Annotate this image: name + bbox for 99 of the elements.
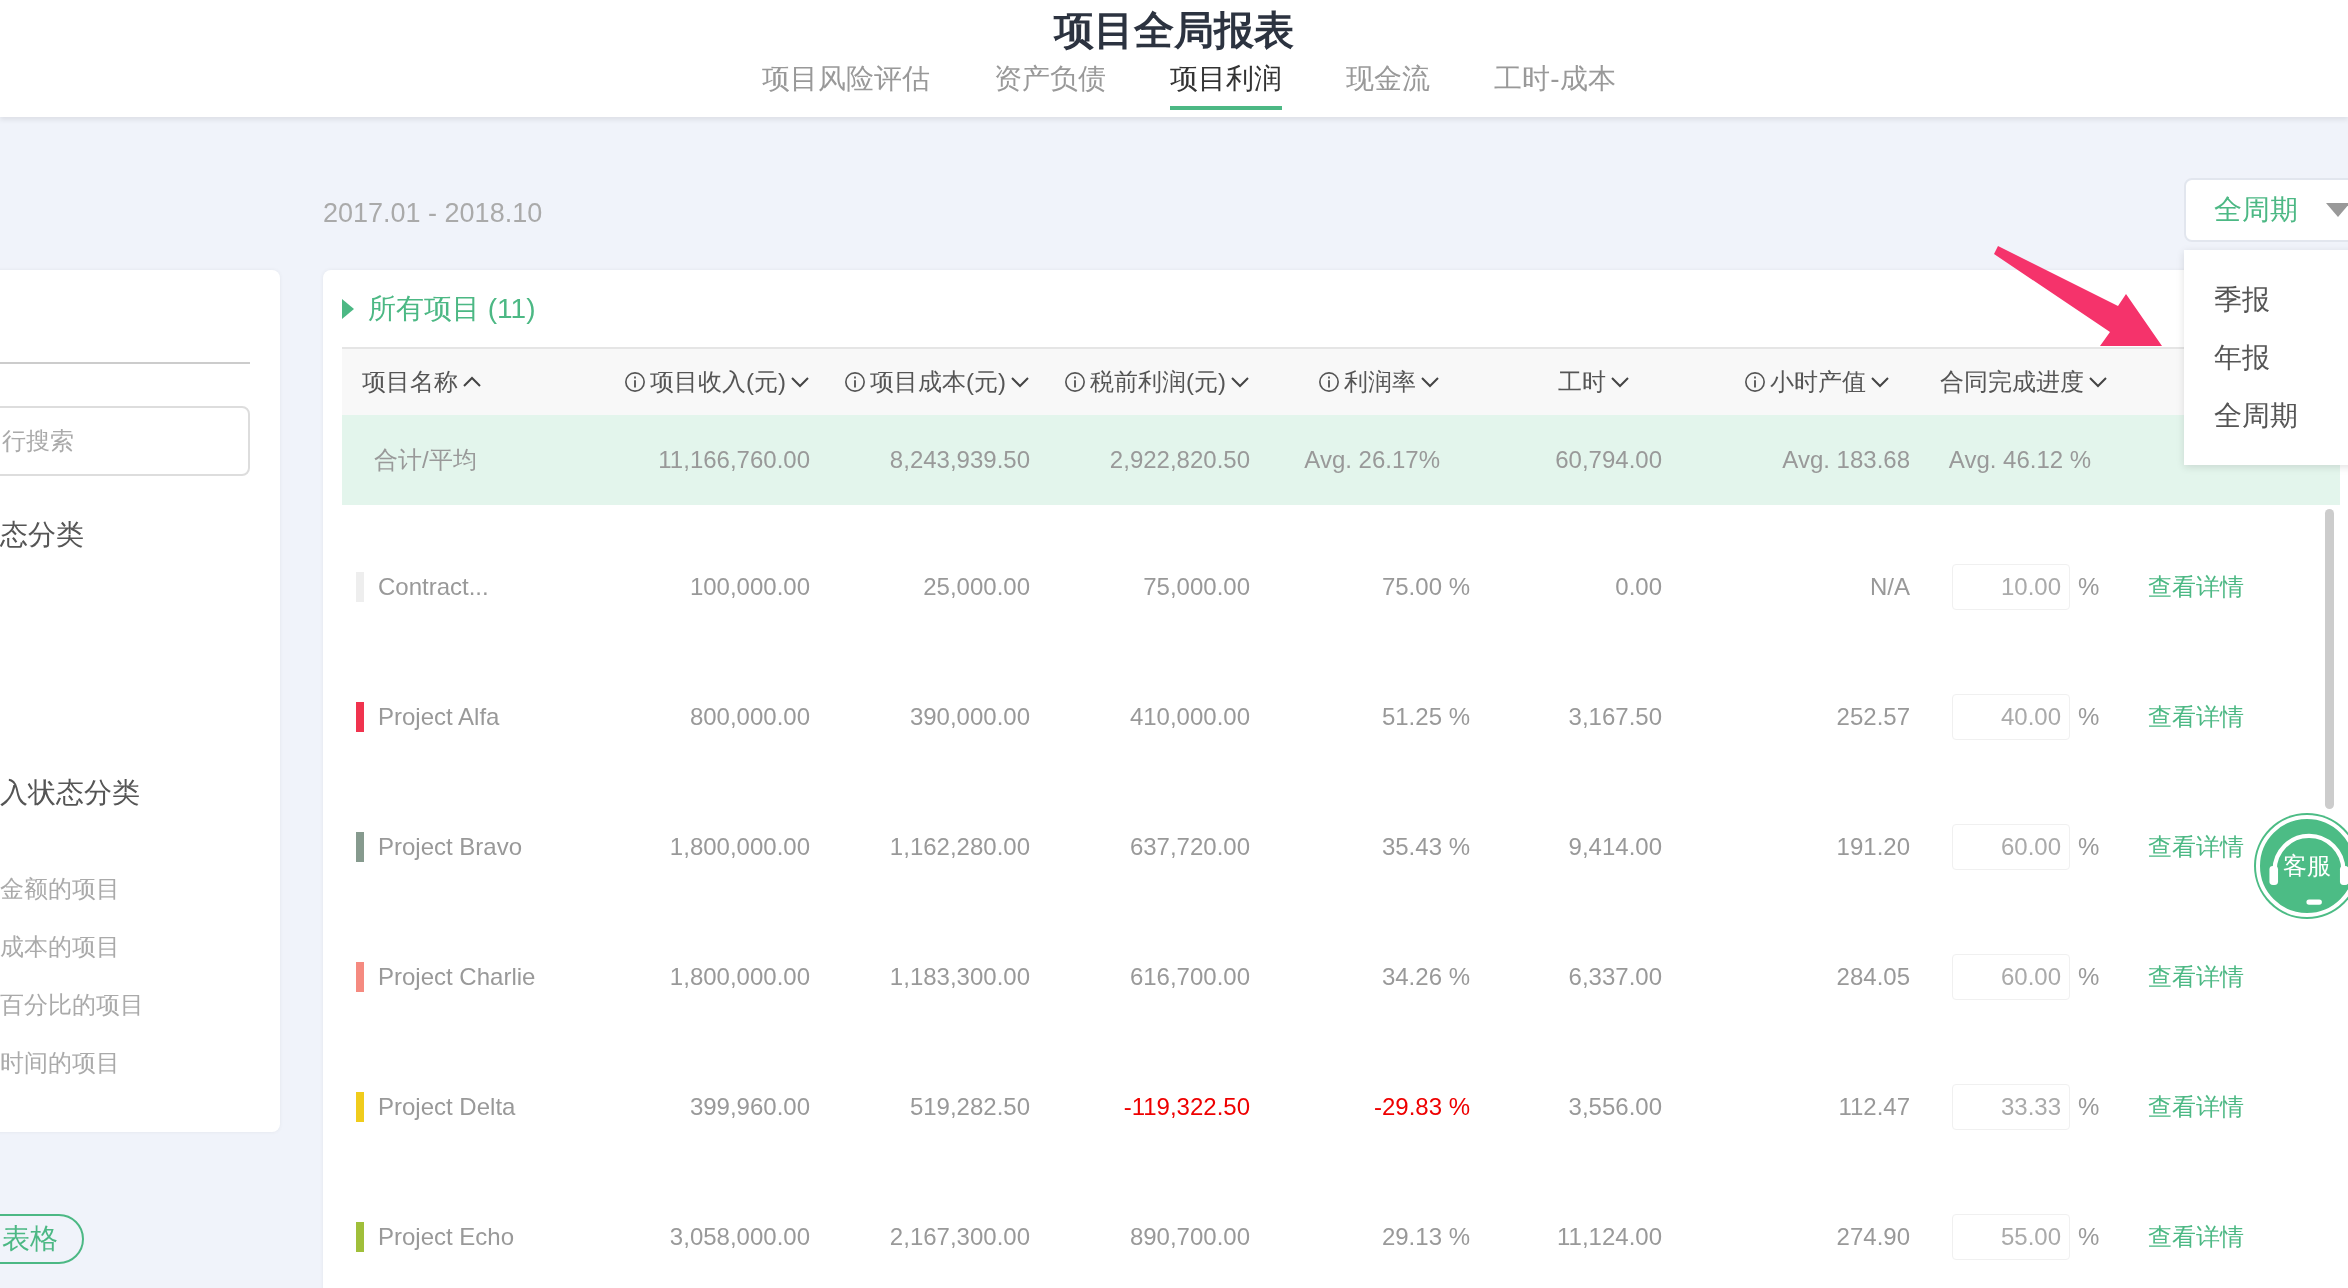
summary-cell: 8,243,939.50 xyxy=(889,446,1030,474)
table-cell: 252.57 xyxy=(1836,703,1910,731)
table-cell: 1,800,000.00 xyxy=(669,833,810,861)
table-cell: -119,322.50 xyxy=(1123,1093,1250,1121)
caret-icon xyxy=(2326,203,2348,217)
table-cell: 75.00 % xyxy=(1381,573,1470,601)
filter-item[interactable]: 金额的项目 xyxy=(0,872,120,906)
percent-unit: % xyxy=(2078,1223,2100,1251)
scrollbar[interactable] xyxy=(2325,509,2334,809)
detail-link[interactable]: 查看详情 xyxy=(2148,833,2244,860)
table-cell: 0.00 xyxy=(1615,573,1662,601)
table-cell: 75,000.00 xyxy=(1143,573,1250,601)
progress-input[interactable]: 60.00 xyxy=(1952,954,2070,1000)
expand-triangle-icon[interactable] xyxy=(342,297,354,320)
section-title: 所有项目 (11) xyxy=(368,291,536,326)
progress-input[interactable]: 55.00 xyxy=(1952,1214,2070,1260)
table-cell: 3,058,000.00 xyxy=(669,1223,810,1251)
percent-unit: % xyxy=(2078,963,2100,991)
percent-unit: % xyxy=(2078,573,2100,601)
table-cell: 3,167.50 xyxy=(1568,703,1662,731)
table-cell: 191.20 xyxy=(1836,833,1910,861)
detail-link[interactable]: 查看详情 xyxy=(2148,703,2244,730)
project-name: Project Bravo xyxy=(378,833,523,861)
table-cell: 3,556.00 xyxy=(1568,1093,1662,1121)
table-cell: 51.25 % xyxy=(1381,703,1470,731)
report-tab[interactable]: 资产负债 xyxy=(994,56,1107,110)
table-cell: 11,124.00 xyxy=(1557,1223,1662,1251)
column-header[interactable]: 工时 xyxy=(1558,366,1630,398)
table-cell: 284.05 xyxy=(1836,963,1910,991)
column-header[interactable]: 小时产值 xyxy=(1744,366,1890,398)
column-header[interactable]: 利润率 xyxy=(1318,366,1440,398)
column-header[interactable]: 项目成本(元) xyxy=(844,366,1030,398)
table-cell: 637,720.00 xyxy=(1129,833,1250,861)
summary-cell: 11,166,760.00 xyxy=(658,446,810,474)
report-tab[interactable]: 工时-成本 xyxy=(1494,56,1616,110)
progress-input[interactable]: 60.00 xyxy=(1952,824,2070,870)
table-cell: 399,960.00 xyxy=(689,1093,810,1121)
table-cell: 410,000.00 xyxy=(1129,703,1250,731)
table-cell: 112.47 xyxy=(1838,1093,1910,1121)
table-cell: -29.83 % xyxy=(1373,1093,1470,1121)
report-tab[interactable]: 项目利润 xyxy=(1170,56,1283,110)
detail-link[interactable]: 查看详情 xyxy=(2148,963,2244,990)
project-name: Project Charlie xyxy=(378,963,536,991)
table-cell: 34.26 % xyxy=(1381,963,1470,991)
summary-cell: Avg. 46.12 % xyxy=(1948,446,2092,474)
percent-unit: % xyxy=(2078,1093,2100,1121)
summary-cell: 60,794.00 xyxy=(1555,446,1662,474)
page-title: 项目全局报表 xyxy=(1054,7,1294,54)
table-button[interactable]: 表格 xyxy=(0,1214,84,1264)
table-cell: 890,700.00 xyxy=(1129,1223,1250,1251)
table-cell: 1,162,280.00 xyxy=(889,833,1030,861)
project-name: Project Echo xyxy=(378,1223,515,1251)
project-name: Project Delta xyxy=(378,1093,516,1121)
table-cell: 35.43 % xyxy=(1381,833,1470,861)
filter-item[interactable]: 百分比的项目 xyxy=(0,988,144,1022)
table-cell: 800,000.00 xyxy=(689,703,810,731)
table-cell: 6,337.00 xyxy=(1568,963,1662,991)
menu-option[interactable]: 季报 xyxy=(2214,278,2270,322)
summary-cell: Avg. 183.68 xyxy=(1782,446,1910,474)
table-cell: N/A xyxy=(1870,573,1910,601)
table-cell: 2,167,300.00 xyxy=(889,1223,1030,1251)
percent-unit: % xyxy=(2078,703,2100,731)
percent-unit: % xyxy=(2078,833,2100,861)
project-name: Contract... xyxy=(378,573,489,601)
period-select[interactable]: 全周期 xyxy=(2184,178,2348,242)
table-cell: 100,000.00 xyxy=(689,573,810,601)
filter-item[interactable]: 时间的项目 xyxy=(0,1046,120,1080)
column-header[interactable]: 项目收入(元) xyxy=(624,366,810,398)
table-cell: 519,282.50 xyxy=(909,1093,1030,1121)
filter-item[interactable]: 成本的项目 xyxy=(0,930,120,964)
summary-cell: 2,922,820.50 xyxy=(1109,446,1250,474)
table-cell: 9,414.00 xyxy=(1568,833,1662,861)
category-heading: 入状态分类 xyxy=(0,776,140,810)
table-cell: 29.13 % xyxy=(1381,1223,1470,1251)
detail-link[interactable]: 查看详情 xyxy=(2148,1093,2244,1120)
progress-input[interactable]: 33.33 xyxy=(1952,1084,2070,1130)
progress-input[interactable]: 40.00 xyxy=(1952,694,2070,740)
summary-cell-text: 合计/平均 xyxy=(373,445,477,475)
detail-link[interactable]: 查看详情 xyxy=(2148,1223,2244,1250)
project-name: Project Alfa xyxy=(378,703,500,731)
search-field[interactable]: 行搜索 xyxy=(0,406,250,476)
report-tab[interactable]: 项目风险评估 xyxy=(762,56,931,110)
column-header[interactable]: 合同完成进度 xyxy=(1940,366,2108,398)
category-heading: 态分类 xyxy=(0,518,84,552)
report-tab[interactable]: 现金流 xyxy=(1346,56,1431,110)
table-cell: 25,000.00 xyxy=(923,573,1030,601)
table-cell: 616,700.00 xyxy=(1129,963,1250,991)
table-cell: 1,183,300.00 xyxy=(889,963,1030,991)
column-header[interactable]: 税前利润(元) xyxy=(1064,366,1250,398)
menu-option[interactable]: 年报 xyxy=(2214,336,2270,380)
progress-input[interactable]: 10.00 xyxy=(1952,564,2070,610)
menu-option[interactable]: 全周期 xyxy=(2214,394,2298,438)
date-range: 2017.01 - 2018.10 xyxy=(323,198,543,229)
table-cell: 1,800,000.00 xyxy=(669,963,810,991)
table-cell: 274.90 xyxy=(1836,1223,1910,1251)
table-cell: 390,000.00 xyxy=(909,703,1030,731)
detail-link[interactable]: 查看详情 xyxy=(2148,573,2244,600)
column-header[interactable]: 项目名称 xyxy=(342,366,482,398)
summary-cell: Avg. 26.17% xyxy=(1304,446,1440,474)
